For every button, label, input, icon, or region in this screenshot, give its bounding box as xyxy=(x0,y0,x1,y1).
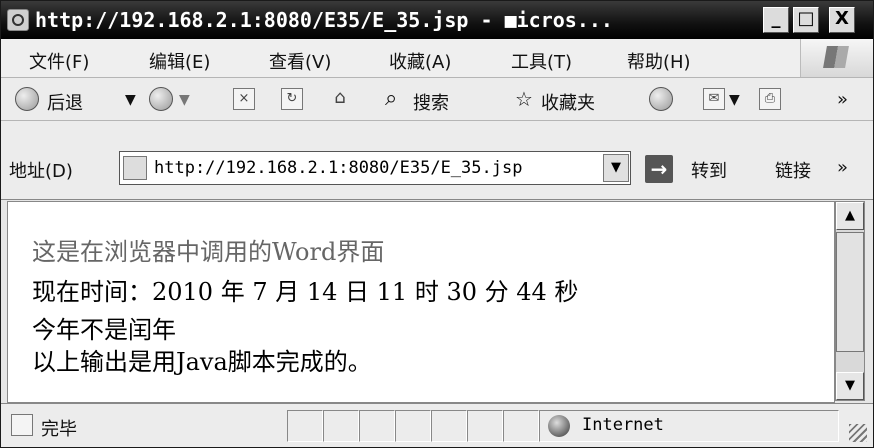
menu-help[interactable]: 帮助(H) xyxy=(627,48,691,74)
search-button[interactable]: 搜索 xyxy=(413,89,449,115)
content-line-4: 以上输出是用Java脚本完成的。 xyxy=(32,348,372,376)
close-button[interactable]: X xyxy=(829,7,855,33)
back-button[interactable]: 后退 xyxy=(47,89,83,115)
print-icon[interactable]: ⎙ xyxy=(759,88,781,110)
mail-dropdown-icon[interactable]: ▼ xyxy=(729,92,740,108)
address-bar: 地址(D) http://192.168.2.1:8080/E35/E_35.j… xyxy=(1,121,873,200)
go-arrow-icon[interactable]: → xyxy=(645,155,673,183)
status-panel xyxy=(287,410,323,442)
security-zone: Internet xyxy=(539,410,839,442)
status-text: 完毕 xyxy=(41,419,77,440)
resize-grip-icon[interactable] xyxy=(849,424,867,442)
scroll-down-icon[interactable]: ▼ xyxy=(836,372,864,400)
status-panel xyxy=(467,410,503,442)
status-panel xyxy=(503,410,539,442)
menu-view[interactable]: 查看(V) xyxy=(269,48,331,74)
search-icon[interactable]: ⌕ xyxy=(385,86,397,111)
minimize-button[interactable]: _ xyxy=(763,7,789,33)
status-panel xyxy=(431,410,467,442)
toolbar-more-icon[interactable]: » xyxy=(837,89,848,110)
status-panel xyxy=(395,410,431,442)
back-arrow-icon[interactable] xyxy=(15,87,39,111)
status-panel xyxy=(359,410,395,442)
chevron-down-icon[interactable]: ▼ xyxy=(603,154,629,182)
scroll-thumb[interactable] xyxy=(836,232,864,352)
home-icon[interactable]: ⌂ xyxy=(329,88,351,110)
browser-window: http://192.168.2.1:8080/E35/E_35.jsp - ■… xyxy=(0,0,874,448)
ie-page-icon xyxy=(11,414,33,436)
globe-icon xyxy=(548,415,570,437)
page-content: 这是在浏览器中调用的Word界面 现在时间：2010 年 7 月 14 日 11… xyxy=(7,201,835,403)
star-icon[interactable]: ☆ xyxy=(515,87,533,111)
content-line-3: 今年不是闰年 xyxy=(32,316,176,344)
window-title: http://192.168.2.1:8080/E35/E_35.jsp - ■… xyxy=(35,8,613,32)
content-line-1: 这是在浏览器中调用的Word界面 xyxy=(32,238,385,266)
zone-text: Internet xyxy=(582,415,664,435)
ie-page-icon xyxy=(123,156,147,180)
links-more-icon[interactable]: » xyxy=(837,157,848,178)
windows-logo-icon xyxy=(800,39,873,77)
content-line-2: 现在时间：2010 年 7 月 14 日 11 时 30 分 44 秒 xyxy=(32,278,579,306)
menu-favorites[interactable]: 收藏(A) xyxy=(389,48,451,74)
address-input[interactable]: http://192.168.2.1:8080/E35/E_35.jsp ▼ xyxy=(119,151,631,185)
menu-file[interactable]: 文件(F) xyxy=(29,48,89,74)
refresh-icon[interactable]: ↻ xyxy=(281,88,303,110)
status-bar: 完毕 Internet xyxy=(1,403,873,447)
mail-icon[interactable]: ✉ xyxy=(703,88,725,110)
ie-page-icon xyxy=(7,9,29,31)
vertical-scrollbar[interactable]: ▲ ▼ xyxy=(835,201,865,401)
forward-dropdown-icon[interactable]: ▼ xyxy=(179,92,190,108)
maximize-button[interactable]: □ xyxy=(793,7,819,33)
links-button[interactable]: 链接 xyxy=(775,157,811,183)
history-icon[interactable] xyxy=(649,87,673,111)
go-button[interactable]: 转到 xyxy=(691,157,727,183)
address-url[interactable]: http://192.168.2.1:8080/E35/E_35.jsp xyxy=(154,158,600,178)
back-dropdown-icon[interactable]: ▼ xyxy=(125,92,136,108)
scroll-up-icon[interactable]: ▲ xyxy=(836,202,864,230)
menu-bar: 文件(F) 编辑(E) 查看(V) 收藏(A) 工具(T) 帮助(H) xyxy=(1,39,873,78)
favorites-button[interactable]: 收藏夹 xyxy=(541,89,595,115)
stop-icon[interactable]: × xyxy=(233,88,255,110)
address-label: 地址(D) xyxy=(9,161,73,182)
forward-arrow-icon[interactable] xyxy=(149,87,173,111)
toolbar: 后退 ▼ ▼ × ↻ ⌂ ⌕ 搜索 ☆ 收藏夹 ✉ ▼ ⎙ » xyxy=(1,78,873,121)
status-panel xyxy=(323,410,359,442)
title-bar[interactable]: http://192.168.2.1:8080/E35/E_35.jsp - ■… xyxy=(1,1,873,39)
menu-edit[interactable]: 编辑(E) xyxy=(149,48,210,74)
menu-tools[interactable]: 工具(T) xyxy=(511,48,572,74)
